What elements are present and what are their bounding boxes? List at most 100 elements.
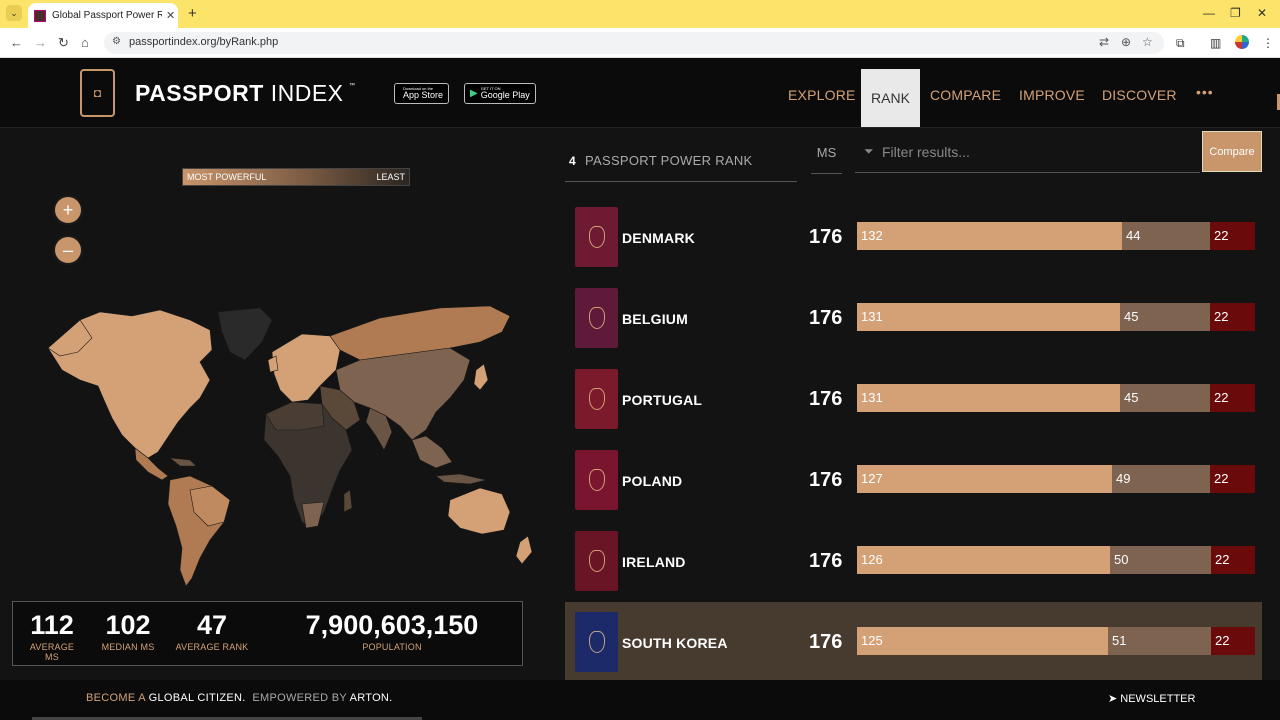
menu-compare[interactable]: COMPARE [930,87,1001,103]
rank-row[interactable]: PORTUGAL 176 131 45 22 [565,359,1262,440]
url-field[interactable]: ⚙ passportindex.org/byRank.php ⇄ ⊕ ☆ [104,32,1164,54]
visa-required-segment: 22 [1210,303,1255,331]
map-madagascar [343,489,353,513]
close-window-icon[interactable]: ✕ [1257,6,1267,20]
passport-cover-icon[interactable] [575,531,618,591]
browser-menu-icon[interactable]: ⋮ [1262,36,1274,50]
extensions-icon[interactable]: ⧉ [1176,36,1185,51]
stat-value: 47 [196,610,228,640]
menu-rank[interactable]: RANK [861,69,920,127]
visa-breakdown-bar[interactable]: 132 44 22 [857,222,1255,250]
browser-tab[interactable]: Global Passport Power Rank 2 ✕ [28,3,178,28]
map-new-zealand [515,535,533,565]
menu-explore[interactable]: EXPLORE [788,87,856,103]
visa-on-arrival-segment: 51 [1108,627,1211,655]
visa-free-segment: 132 [857,222,1122,250]
home-icon[interactable]: ⌂ [81,35,89,50]
forward-icon[interactable]: → [34,35,47,50]
visa-breakdown-bar[interactable]: 125 51 22 [857,627,1255,655]
map-north-africa [265,401,325,431]
visa-free-segment: 125 [857,627,1108,655]
rank-row[interactable]: POLAND 176 127 49 22 [565,440,1262,521]
passport-cover-icon[interactable] [575,369,618,429]
stat-value: 7,900,603,150 [305,610,479,640]
country-name[interactable]: POLAND [622,473,682,489]
compare-button[interactable]: Compare [1202,131,1262,172]
sidebar-icon[interactable]: ▥ [1210,36,1221,50]
stat-label: AVERAGE RANK [175,642,249,652]
bookmark-star-icon[interactable]: ☆ [1142,35,1153,49]
stat-average-rank: 47 AVERAGE RANK [173,610,251,652]
stat-label: POPULATION [362,642,422,652]
zoom-out-button[interactable]: – [55,237,81,263]
rank-row[interactable]: BELGIUM 176 131 45 22 [565,278,1262,359]
reload-icon[interactable]: ↻ [58,35,69,51]
profile-avatar[interactable] [1235,35,1249,49]
rank-header[interactable]: 4 PASSPORT POWER RANK [565,142,797,182]
rank-row[interactable]: IRELAND 176 126 50 22 [565,521,1262,602]
legend-least: LEAST [376,172,405,182]
passport-crest-icon [588,388,605,410]
country-name[interactable]: PORTUGAL [622,392,702,408]
visa-breakdown-bar[interactable]: 131 45 22 [857,384,1255,412]
visa-free-segment: 131 [857,303,1120,331]
newsletter-link[interactable]: ➤ NEWSLETTER [1108,692,1195,705]
menu-discover[interactable]: DISCOVER [1102,87,1177,103]
map-indonesia [435,473,487,485]
visa-on-arrival-segment: 45 [1120,303,1210,331]
restore-icon[interactable]: ❐ [1230,6,1241,20]
visa-breakdown-bar[interactable]: 131 45 22 [857,303,1255,331]
app-store-button[interactable]: Download on the App Store [394,83,450,104]
world-map[interactable] [40,290,550,590]
translate-icon[interactable]: ⇄ [1099,35,1109,49]
back-icon[interactable]: ← [10,35,23,50]
passport-cover-icon[interactable] [575,207,618,267]
footer-empowered: EMPOWERED BY [252,692,347,704]
passport-cover-icon[interactable] [575,612,618,672]
new-tab-icon[interactable]: + [188,5,197,22]
mobility-score: 176 [809,631,843,653]
passport-logo-icon[interactable]: ◘ [80,69,115,117]
rank-row[interactable]: SOUTH KOREA 176 125 51 22 [565,602,1262,683]
country-name[interactable]: DENMARK [622,230,695,246]
play-icon: ▶ [470,88,478,99]
visa-breakdown-bar[interactable]: 127 49 22 [857,465,1255,493]
map-caribbean [169,457,197,467]
app-store-big: App Store [403,90,444,100]
filter-input[interactable]: ⏷ Filter results... [855,131,1200,173]
map-greenland [217,307,273,361]
mobility-score: 176 [809,469,843,491]
menu-improve[interactable]: IMPROVE [1019,87,1085,103]
site-info-icon[interactable]: ⚙ [112,36,121,47]
passport-cover-icon[interactable] [575,288,618,348]
address-bar: ← → ↻ ⌂ ⚙ passportindex.org/byRank.php ⇄… [0,28,1280,58]
close-tab-icon[interactable]: ✕ [166,9,175,22]
footer-global-citizen: GLOBAL CITIZEN. [148,692,246,704]
filter-icon: ⏷ [864,144,874,158]
minimize-icon[interactable]: — [1203,6,1215,20]
footer-tagline[interactable]: BECOME A GLOBAL CITIZEN. EMPOWERED BY AR… [86,692,393,704]
zoom-in-button[interactable]: + [55,197,81,223]
passport-cover-icon[interactable] [575,450,618,510]
map-uk [267,355,279,373]
site-header: ◘ PASSPORT INDEX ™ Download on the App St… [0,58,1280,128]
stats-panel: 112 AVERAGE MS 102 MEDIAN MS 47 AVERAGE … [12,601,523,666]
zoom-icon[interactable]: ⊕ [1121,35,1131,49]
stat-population: 7,900,603,150 POPULATION [283,610,501,652]
visa-free-segment: 127 [857,465,1112,493]
rank-row[interactable]: DENMARK 176 132 44 22 [565,197,1262,278]
site-footer: BECOME A GLOBAL CITIZEN. EMPOWERED BY AR… [0,680,1280,720]
more-menu-icon[interactable]: ••• [1196,84,1214,100]
tab-search-icon[interactable]: ⌄ [6,5,22,21]
country-name[interactable]: IRELAND [622,554,686,570]
google-play-button[interactable]: ▶ GET IT ON Google Play [464,83,536,104]
brand-name[interactable]: PASSPORT INDEX [135,80,344,107]
site-favicon-icon [34,9,46,22]
country-name[interactable]: SOUTH KOREA [622,635,728,651]
visa-on-arrival-segment: 45 [1120,384,1210,412]
country-name[interactable]: BELGIUM [622,311,688,327]
visa-breakdown-bar[interactable]: 126 50 22 [857,546,1255,574]
ms-column-header[interactable]: MS [811,142,842,174]
map-australia [447,487,511,535]
tab-title: Global Passport Power Rank 2 [52,10,162,21]
